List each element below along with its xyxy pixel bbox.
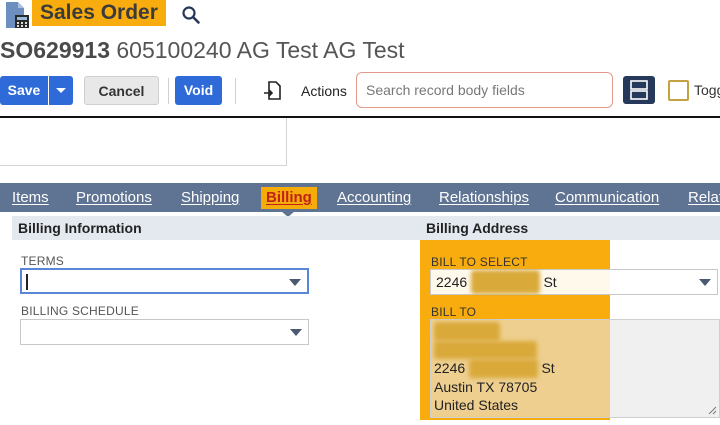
terms-label: TERMS <box>21 254 64 268</box>
memo-textarea[interactable] <box>0 118 287 166</box>
tab-communication[interactable]: Communication <box>555 183 659 212</box>
bill-to-select[interactable]: 2246 Guadalupe St <box>430 269 718 295</box>
billing-address-header: Billing Address <box>420 216 720 240</box>
actions-icon[interactable] <box>262 80 282 102</box>
billing-information-header: Billing Information <box>12 216 420 240</box>
address-street-suffix: St <box>543 274 557 290</box>
bill-to-address-textarea[interactable]: The Co-op University Co-op 2246 Guadalup… <box>430 319 720 418</box>
cancel-button[interactable]: Cancel <box>84 76 159 105</box>
tab-relationships[interactable]: Relationships <box>439 183 529 212</box>
redacted-text: University Co-op <box>434 340 538 359</box>
address-street-number: 2246 <box>436 274 468 290</box>
actions-menu[interactable]: Actions <box>301 82 347 100</box>
text-cursor <box>26 274 28 290</box>
address-city-line: Austin TX 78705 <box>434 378 538 395</box>
save-button[interactable]: Save <box>0 76 48 105</box>
redacted-text: The Co-op <box>434 322 501 341</box>
redacted-text: Guadalupe <box>469 359 538 378</box>
save-dropdown-button[interactable] <box>49 76 73 105</box>
search-record-fields-input[interactable] <box>356 72 613 108</box>
record-number: SO629913 <box>0 37 110 63</box>
redacted-text: Guadalupe <box>471 270 540 294</box>
terms-select[interactable] <box>20 268 309 294</box>
bill-to-select-label: BILL TO SELECT <box>431 255 528 269</box>
address-street-suffix: St <box>541 360 555 376</box>
billing-schedule-label: BILLING SCHEDULE <box>21 304 139 318</box>
tab-accounting[interactable]: Accounting <box>337 183 411 212</box>
record-title: SO629913 605100240 AG Test AG Test <box>0 35 405 65</box>
dropdown-arrow-icon[interactable] <box>289 279 301 286</box>
billing-schedule-select[interactable] <box>20 319 309 345</box>
address-country: United States <box>434 397 519 413</box>
tab-promotions[interactable]: Promotions <box>76 183 152 212</box>
tab-relationships-overflow[interactable]: Relat <box>688 183 720 212</box>
tab-items[interactable]: Items <box>12 183 49 212</box>
layout-toggle-button[interactable] <box>623 76 655 104</box>
tab-shipping[interactable]: Shipping <box>181 183 239 212</box>
toolbar-divider <box>168 78 169 104</box>
record-name: 605100240 AG Test AG Test <box>116 37 405 63</box>
layout-icon <box>630 80 648 100</box>
chevron-down-icon <box>56 88 66 93</box>
dropdown-arrow-icon[interactable] <box>699 279 711 286</box>
address-street-number: 2246 <box>434 360 466 376</box>
subtab-bar: Items Promotions Shipping Billing Accoun… <box>0 183 720 212</box>
void-button[interactable]: Void <box>175 76 222 105</box>
search-icon[interactable] <box>181 5 201 25</box>
toggle-checkbox[interactable] <box>668 80 689 101</box>
bill-to-label: BILL TO <box>431 305 477 319</box>
resize-grip-icon[interactable] <box>708 406 717 415</box>
toolbar-divider <box>235 78 236 104</box>
dropdown-arrow-icon[interactable] <box>290 329 302 336</box>
page-title: Sales Order <box>32 0 166 26</box>
sales-order-document-icon <box>6 2 29 28</box>
toggle-label: Togg <box>694 82 720 98</box>
tab-billing[interactable]: Billing <box>261 187 317 209</box>
